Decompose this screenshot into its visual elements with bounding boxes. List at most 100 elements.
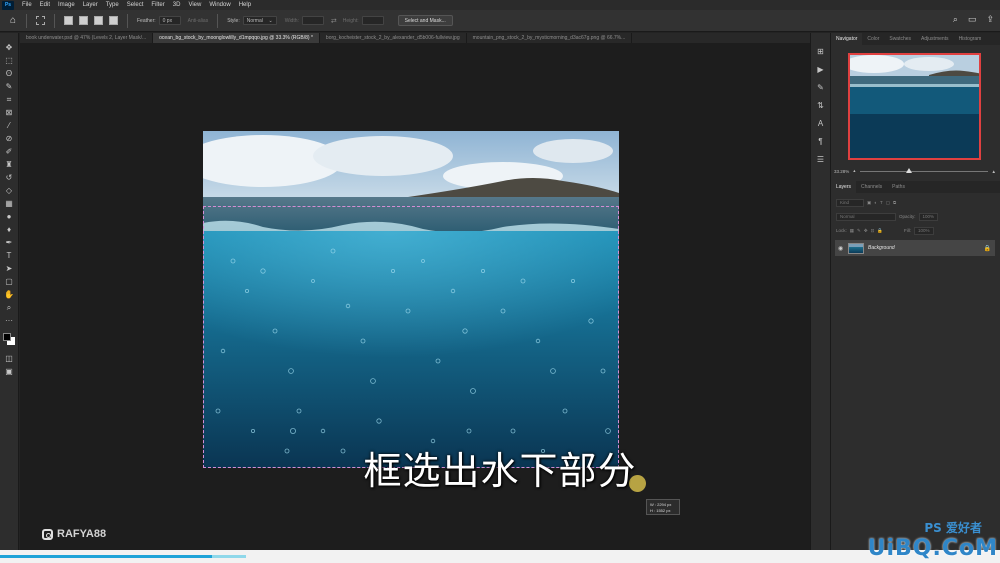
blend-mode-select[interactable]: Normal (836, 212, 896, 221)
rectangular-marquee-icon[interactable]: ⬚ (4, 56, 14, 66)
marquee-preset-icon[interactable] (36, 16, 45, 25)
color-swatches[interactable] (3, 333, 15, 345)
marquee-selection[interactable] (203, 206, 619, 468)
path-selection-icon[interactable]: ➤ (4, 264, 14, 274)
menu-help[interactable]: Help (235, 2, 255, 8)
character-panel-icon[interactable]: A (818, 119, 823, 128)
search-icon[interactable]: ⌕ (953, 14, 958, 25)
menu-3d[interactable]: 3D (169, 2, 185, 8)
video-progress-bar[interactable] (0, 550, 1000, 563)
gradient-tool-icon[interactable]: ▦ (4, 199, 14, 209)
tab-book-underwater[interactable]: book underwater.psd @ 47% (Levels 2, Lay… (20, 33, 154, 43)
quick-mask-icon[interactable]: ◫ (4, 354, 14, 364)
filter-pixel-icon[interactable]: ▣ (867, 200, 871, 206)
zoom-tool-icon[interactable]: ⌕ (4, 303, 14, 313)
foreground-color-swatch[interactable] (3, 333, 11, 341)
lock-icon[interactable]: 🔒 (984, 245, 991, 252)
select-and-mask-button[interactable]: Select and Mask... (397, 15, 453, 26)
quick-selection-icon[interactable]: ✎ (4, 82, 14, 92)
tab-color[interactable]: Color (862, 33, 884, 45)
menu-filter[interactable]: Filter (147, 2, 168, 8)
menu-layer[interactable]: Layer (79, 2, 102, 8)
filter-adjust-icon[interactable]: ◐ (874, 200, 877, 205)
blur-tool-icon[interactable]: ● (4, 212, 14, 222)
crop-tool-icon[interactable]: ⌗ (4, 95, 14, 105)
type-tool-icon[interactable]: T (4, 251, 14, 261)
filter-type-icon[interactable]: T (880, 200, 883, 205)
opacity-input[interactable]: 100% (918, 212, 939, 221)
pen-tool-icon[interactable]: ✒ (4, 238, 14, 248)
eyedropper-icon[interactable]: ⁄ (4, 121, 14, 131)
menu-view[interactable]: View (184, 2, 205, 8)
tab-navigator[interactable]: Navigator (831, 33, 863, 45)
zoom-slider-knob[interactable] (905, 167, 912, 173)
anti-alias-label[interactable]: Anti-alias (188, 18, 209, 24)
lock-move-icon[interactable]: ✥ (864, 228, 868, 234)
style-select[interactable]: Normal ⌄ (242, 16, 277, 25)
lock-all-icon[interactable]: 🔒 (877, 228, 883, 234)
menu-select[interactable]: Select (123, 2, 148, 8)
eye-icon[interactable]: ◉ (838, 245, 844, 252)
menu-edit[interactable]: Edit (36, 2, 54, 8)
layers-tabs: Layers Channels Paths (831, 181, 1000, 193)
tab-swatches[interactable]: Swatches (884, 33, 916, 45)
menu-file[interactable]: File (18, 2, 36, 8)
healing-brush-icon[interactable]: ⊘ (4, 134, 14, 144)
tab-paths[interactable]: Paths (887, 181, 910, 193)
fill-input[interactable]: 100% (913, 226, 934, 235)
paragraph-panel-icon[interactable]: ¶ (818, 137, 822, 146)
filter-smart-icon[interactable]: ⧉ (893, 200, 896, 205)
eraser-icon[interactable]: ◇ (4, 186, 14, 196)
zoom-slider[interactable] (859, 167, 988, 173)
more-tools-icon[interactable]: ··· (4, 316, 14, 326)
adjust-icon[interactable]: ⇅ (817, 101, 824, 110)
clone-stamp-icon[interactable]: ♜ (4, 160, 14, 170)
tab-adjustments[interactable]: Adjustments (916, 33, 954, 45)
home-icon[interactable]: ⌂ (6, 14, 20, 28)
dodge-tool-icon[interactable]: ♦ (4, 225, 14, 235)
play-actions-icon[interactable]: ▶ (817, 65, 823, 74)
properties-panel-icon[interactable]: ☰ (817, 155, 824, 164)
tab-ocean-bg[interactable]: ocean_bg_stock_by_moonglowlilly_d1mpqqo.… (153, 33, 320, 43)
layer-name[interactable]: Background (868, 245, 895, 251)
share-icon[interactable]: ⇪ (986, 14, 994, 25)
frame-tool-icon[interactable]: ⊠ (4, 108, 14, 118)
menu-window[interactable]: Window (205, 2, 234, 8)
hand-tool-icon[interactable]: ✋ (4, 290, 14, 300)
tab-borg-stock[interactable]: borg_kocheister_stock_2_by_alexander_d5b… (320, 33, 467, 43)
layer-row-background[interactable]: ◉ Background 🔒 (835, 240, 995, 256)
lasso-tool-icon[interactable]: ʘ (4, 69, 14, 79)
subtract-selection-icon[interactable] (94, 16, 103, 25)
tab-layers[interactable]: Layers (831, 181, 857, 193)
width-input[interactable] (301, 16, 324, 25)
menu-type[interactable]: Type (102, 2, 123, 8)
tab-mountain-png[interactable]: mountain_png_stock_2_by_mysticmorning_d3… (467, 33, 633, 43)
lock-paint-icon[interactable]: ✎ (857, 228, 861, 234)
filter-shape-icon[interactable]: ▢ (886, 200, 890, 206)
brush-tool-icon[interactable]: ✐ (4, 147, 14, 157)
move-tool-icon[interactable]: ✥ (4, 43, 14, 53)
zoom-in-icon[interactable]: ▲ (992, 169, 996, 174)
add-selection-icon[interactable] (79, 16, 88, 25)
lock-pixels-icon[interactable]: ▦ (850, 228, 854, 234)
workspace-icon[interactable]: ▭ (968, 14, 977, 25)
brush-settings-icon[interactable]: ✎ (817, 83, 824, 92)
kind-filter-select[interactable]: Kind (836, 198, 864, 207)
swap-icon[interactable]: ⇄ (331, 17, 337, 25)
menu-image[interactable]: Image (54, 2, 79, 8)
shape-tool-icon[interactable]: ▢ (4, 277, 14, 287)
tab-histogram[interactable]: Histogram (954, 33, 987, 45)
intersect-selection-icon[interactable] (109, 16, 118, 25)
tab-channels[interactable]: Channels (856, 181, 887, 193)
new-selection-icon[interactable] (64, 16, 73, 25)
history-panel-icon[interactable]: ⊞ (817, 47, 824, 56)
history-brush-icon[interactable]: ↺ (4, 173, 14, 183)
height-label: Height: (342, 17, 359, 24)
feather-input[interactable]: 0 px (158, 16, 181, 25)
navigator-view-box[interactable] (848, 53, 981, 160)
zoom-value[interactable]: 33.28% (834, 169, 849, 174)
screen-mode-icon[interactable]: ▣ (4, 367, 14, 377)
zoom-out-icon[interactable]: ▴ (853, 168, 855, 174)
height-input[interactable] (361, 16, 384, 25)
lock-artboard-icon[interactable]: ⊡ (871, 228, 875, 234)
